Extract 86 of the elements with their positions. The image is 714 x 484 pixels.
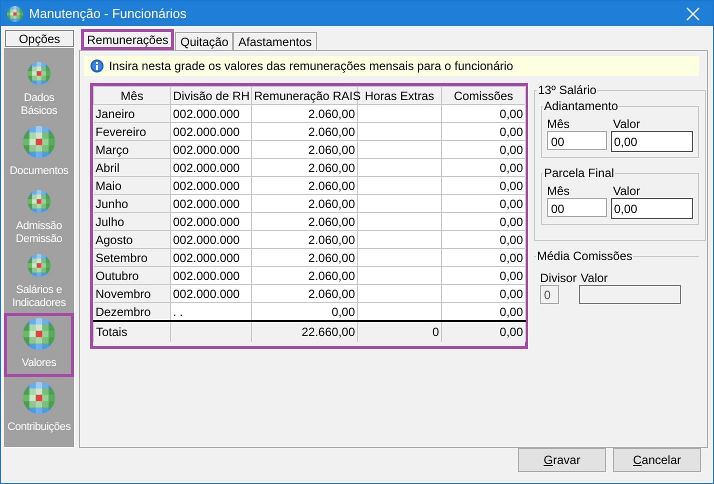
month-cell: Janeiro bbox=[94, 104, 170, 122]
app-icon bbox=[7, 6, 23, 22]
cancel-button[interactable]: Cancelar bbox=[613, 448, 701, 472]
field-label: Divisor bbox=[540, 271, 577, 285]
table-cell: 2.060,00 bbox=[252, 194, 358, 212]
table-cell: 0,00 bbox=[442, 194, 526, 212]
month-field[interactable]: 00 bbox=[547, 198, 607, 217]
table-cell: 0,00 bbox=[442, 122, 526, 140]
month-cell: Novembro bbox=[94, 284, 170, 302]
sidebar-label: Admissão Demissão bbox=[14, 220, 64, 246]
table-cell: 2.060,00 bbox=[252, 284, 358, 302]
value-field[interactable]: 0,00 bbox=[611, 198, 693, 219]
table-cell: 0,00 bbox=[442, 248, 526, 266]
sidebar-label: Salários e Indicadores bbox=[11, 284, 67, 310]
table-cell: 2.060,00 bbox=[252, 176, 358, 194]
table-cell: 002.000.000 bbox=[170, 122, 252, 140]
table-cell: 002.000.000 bbox=[170, 176, 252, 194]
info-icon bbox=[90, 59, 104, 73]
table-cell: 0,00 bbox=[442, 230, 526, 248]
sidebar-label: Valores bbox=[22, 357, 56, 370]
table-cell: 0,00 bbox=[442, 212, 526, 230]
table-cell: 0,00 bbox=[442, 321, 526, 342]
group-title: Adiantamento bbox=[543, 99, 620, 113]
table-cell: 002.000.000 bbox=[170, 158, 252, 176]
value-field[interactable]: 0,00 bbox=[611, 131, 693, 152]
table-cell: 002.000.000 bbox=[170, 212, 252, 230]
month-cell: Junho bbox=[94, 194, 170, 212]
table-cell: 0,00 bbox=[442, 176, 526, 194]
table-cell: 0,00 bbox=[442, 284, 526, 302]
table-cell: 0,00 bbox=[442, 104, 526, 122]
table-cell: 002.000.000 bbox=[170, 140, 252, 158]
table-cell: 002.000.000 bbox=[170, 104, 252, 122]
month-cell: Março bbox=[94, 140, 170, 158]
tab[interactable]: Afastamentos bbox=[233, 32, 317, 50]
table-cell: 002.000.000 bbox=[170, 248, 252, 266]
column-header: Comissões bbox=[442, 86, 526, 104]
table-cell: 0,00 bbox=[442, 140, 526, 158]
save-button[interactable]: Gravar bbox=[518, 448, 606, 472]
table-cell: 2.060,00 bbox=[252, 122, 358, 140]
field-label: Valor bbox=[613, 184, 642, 198]
globe-icon bbox=[23, 318, 55, 350]
globe-icon bbox=[23, 382, 55, 414]
table-cell: 0 bbox=[358, 321, 442, 342]
month-cell: Abril bbox=[94, 158, 170, 176]
sidebar-label: Documentos bbox=[10, 165, 68, 178]
table-cell: 002.000.000 bbox=[170, 266, 252, 284]
table-cell: 2.060,00 bbox=[252, 230, 358, 248]
totals-label: Totais bbox=[94, 321, 170, 342]
table-cell: 2.060,00 bbox=[252, 212, 358, 230]
month-cell: Maio bbox=[94, 176, 170, 194]
tab[interactable]: Remunerações bbox=[81, 29, 174, 50]
column-header: Mês bbox=[94, 86, 170, 104]
month-cell: Julho bbox=[94, 212, 170, 230]
window-title: Manutenção - Funcionários bbox=[29, 6, 188, 21]
group-title: Parcela Final bbox=[543, 166, 616, 180]
field-label: Valor bbox=[613, 117, 642, 131]
month-field[interactable]: 00 bbox=[547, 131, 607, 150]
table-cell: 0,00 bbox=[442, 158, 526, 176]
group-title: Média Comissões bbox=[536, 249, 634, 263]
table-cell: 002.000.000 bbox=[170, 194, 252, 212]
table-cell: 002.000.000 bbox=[170, 230, 252, 248]
field-label: Valor bbox=[580, 271, 608, 285]
globe-icon bbox=[23, 126, 55, 158]
table-cell: 22.660,00 bbox=[252, 321, 358, 342]
table-cell: 2.060,00 bbox=[252, 248, 358, 266]
table-cell: 0,00 bbox=[442, 266, 526, 284]
month-cell: Outubro bbox=[94, 266, 170, 284]
field-label: Mês bbox=[547, 117, 571, 131]
table-cell: 2.060,00 bbox=[252, 158, 358, 176]
sidebar-label: Dados Básicos bbox=[20, 92, 58, 118]
table-cell: 002.000.000 bbox=[170, 284, 252, 302]
table-cell: 2.060,00 bbox=[252, 266, 358, 284]
column-header: Divisão de RH bbox=[170, 86, 252, 104]
field-label: Mês bbox=[547, 184, 571, 198]
month-cell: Fevereiro bbox=[94, 122, 170, 140]
table-cell: 2.060,00 bbox=[252, 140, 358, 158]
month-cell: Setembro bbox=[94, 248, 170, 266]
options-header[interactable]: Opções bbox=[5, 30, 74, 47]
tab[interactable]: Quitação bbox=[175, 32, 234, 50]
table-cell: 2.060,00 bbox=[252, 104, 358, 122]
sidebar-label: Contribuições bbox=[7, 421, 71, 434]
info-text: Insira nesta grade os valores das remunerações mensais para o funcionário bbox=[109, 59, 514, 73]
close-icon[interactable] bbox=[685, 6, 701, 22]
month-cell: Agosto bbox=[94, 230, 170, 248]
group-title: 13º Salário bbox=[537, 83, 598, 97]
value-field[interactable] bbox=[579, 285, 681, 304]
